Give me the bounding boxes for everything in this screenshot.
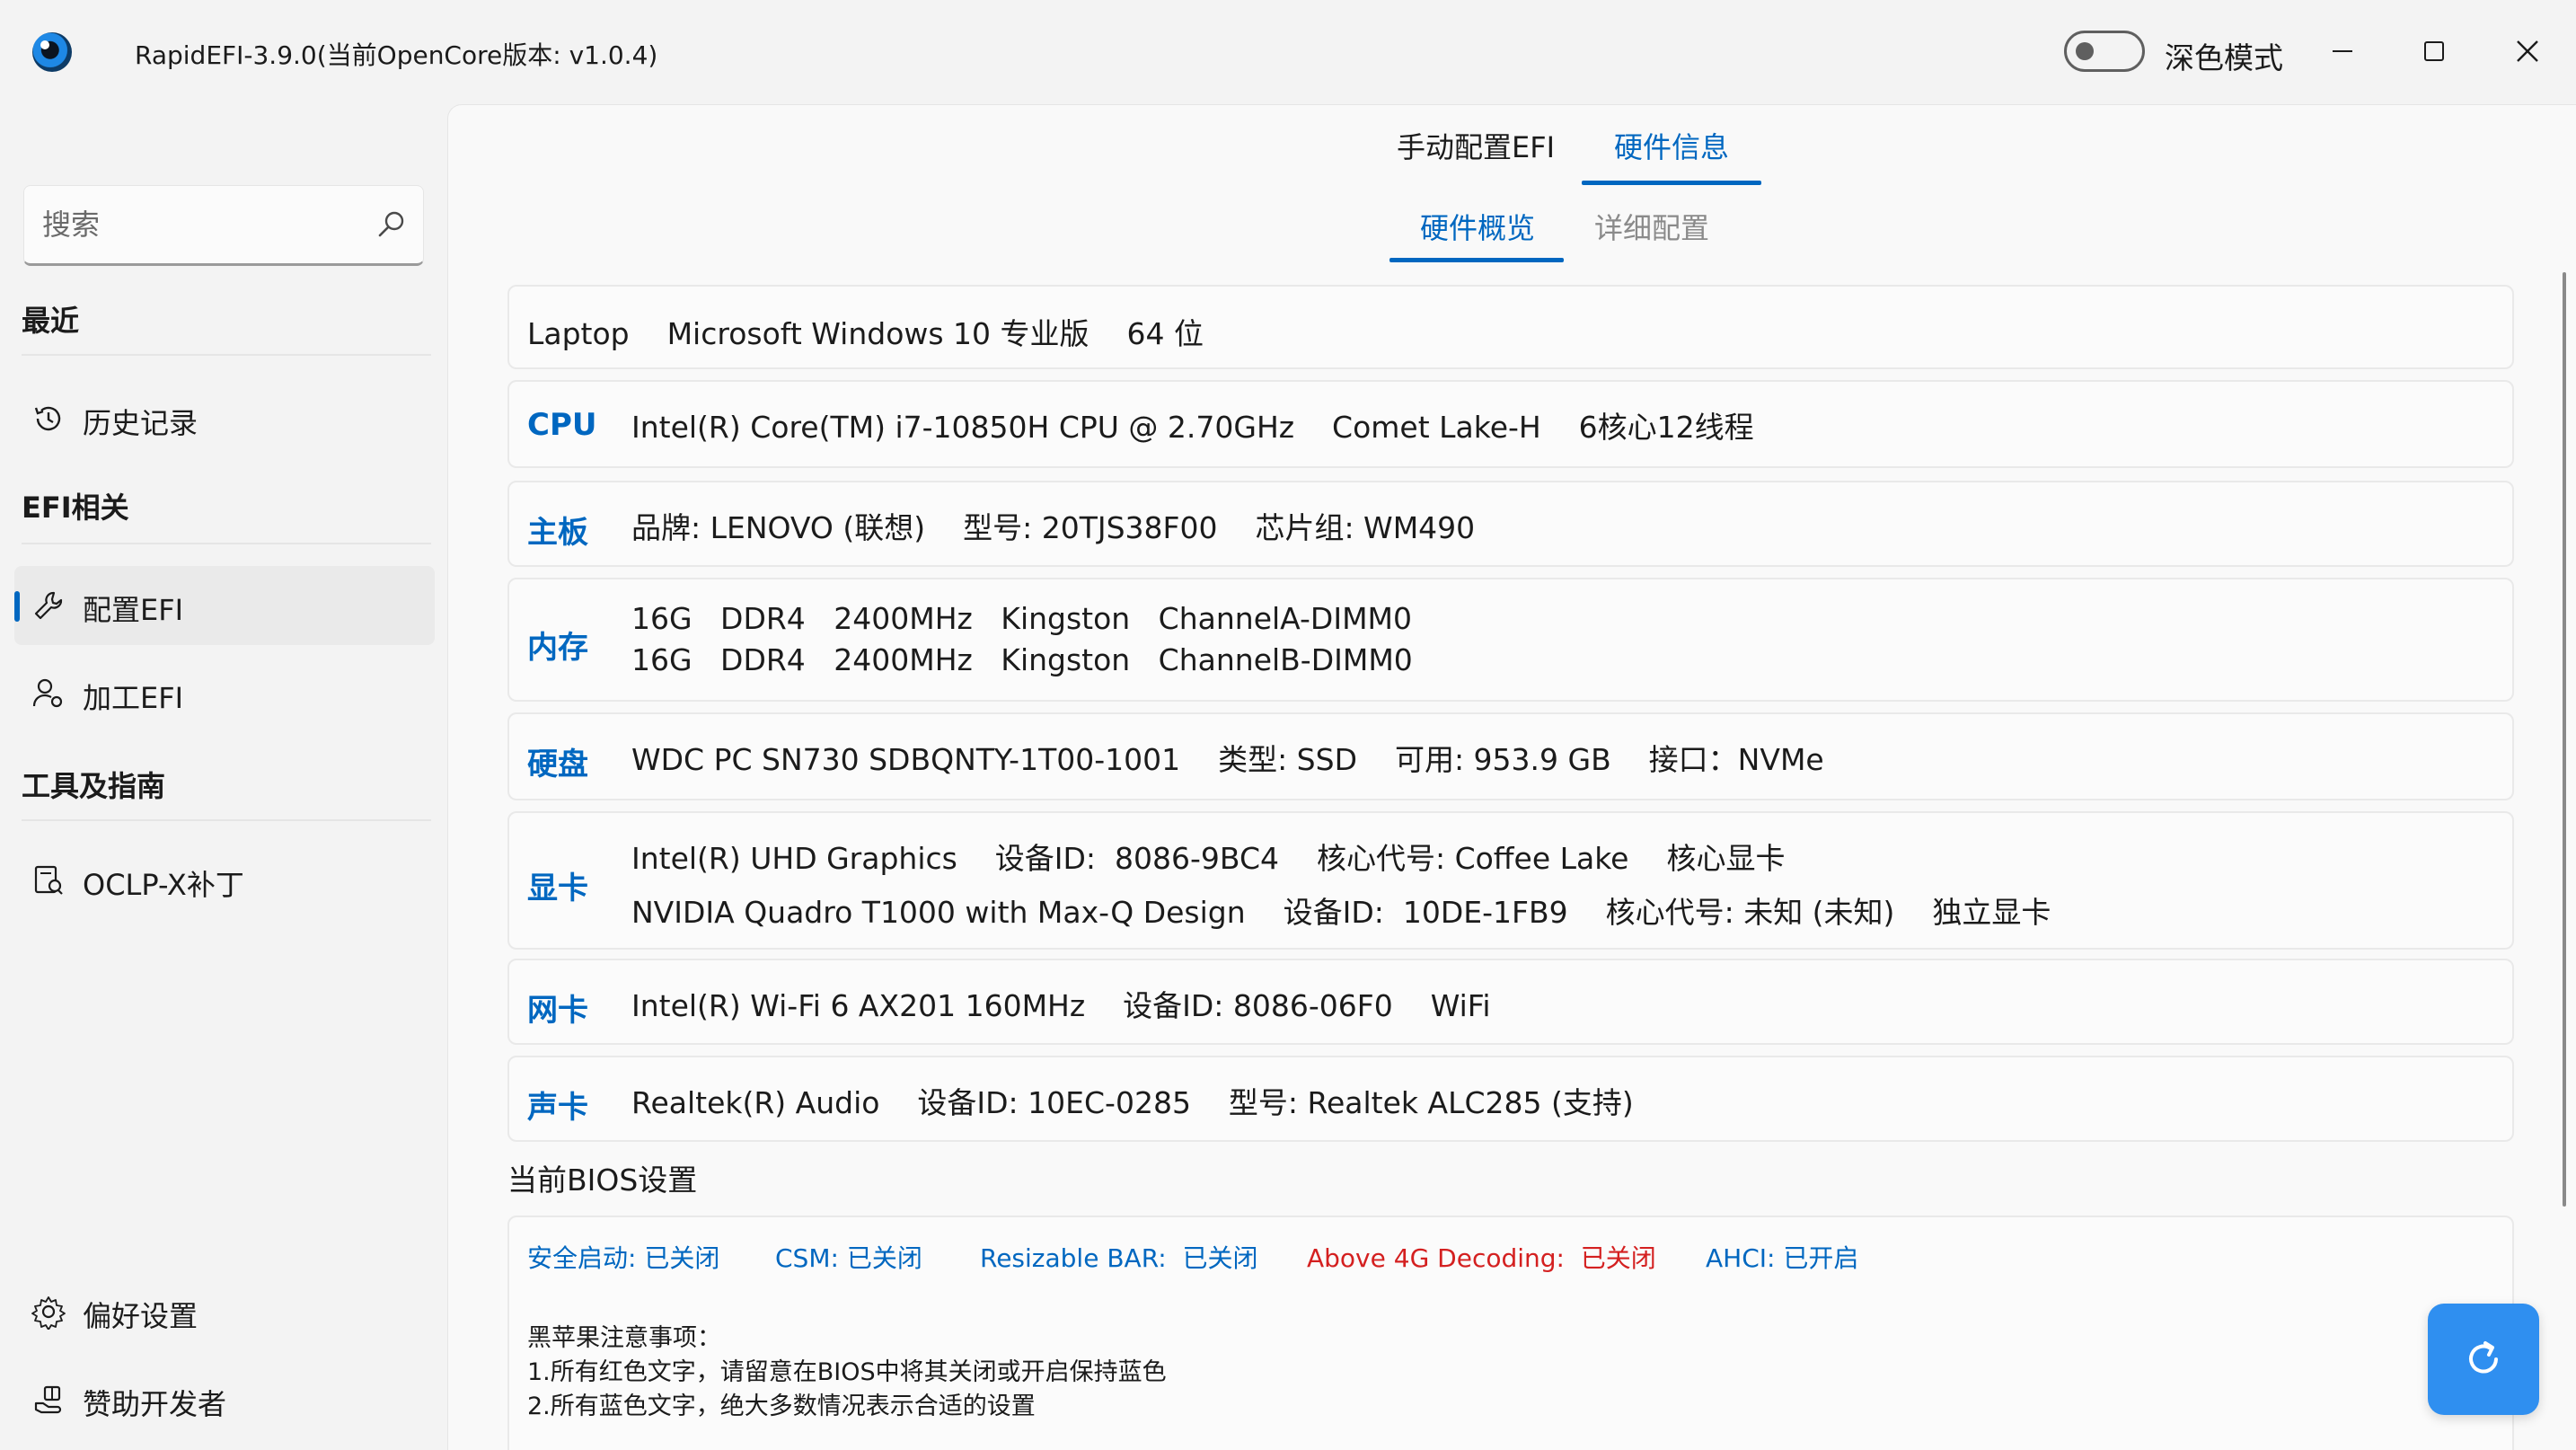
- gpu-discrete: NVIDIA Quadro T1000 with Max-Q Design 设备…: [631, 895, 2051, 930]
- nav-item-oclp-patch[interactable]: OCLP-X补丁: [14, 841, 435, 920]
- memory-card: 内存 16G DDR4 2400MHz Kingston ChannelA-DI…: [507, 578, 2514, 702]
- bios-resizable-bar: Resizable BAR: 已关闭: [980, 1243, 1258, 1273]
- system-info: Laptop Microsoft Windows 10 专业版 64 位: [527, 316, 1204, 351]
- tab-hardware-info[interactable]: 硬件信息: [1614, 125, 1729, 166]
- main-panel: 手动配置EFI 硬件信息 硬件概览 详细配置 Laptop Microsoft …: [447, 104, 2576, 1450]
- audio-title: 声卡: [527, 1090, 588, 1126]
- network-card: 网卡 Intel(R) Wi-Fi 6 AX201 160MHz 设备ID: 8…: [507, 959, 2514, 1045]
- bios-heading: 当前BIOS设置: [507, 1163, 698, 1198]
- nav-item-preferences[interactable]: 偏好设置: [14, 1272, 435, 1351]
- gift-icon: [34, 1385, 62, 1414]
- search-icon[interactable]: [376, 209, 407, 240]
- cpu-card: CPU Intel(R) Core(TM) i7-10850H CPU @ 2.…: [507, 380, 2514, 468]
- section-title-efi: EFI相关: [22, 491, 129, 525]
- gpu-integrated: Intel(R) UHD Graphics 设备ID: 8086-9BC4 核心…: [631, 841, 1786, 876]
- motherboard-card: 主板 品牌: LENOVO (联想) 型号: 20TJS38F00 芯片组: W…: [507, 481, 2514, 567]
- dark-mode-label: 深色模式: [2165, 40, 2283, 75]
- search-input[interactable]: [42, 186, 366, 263]
- gpu-title: 显卡: [527, 871, 588, 906]
- memory-slot-a: 16G DDR4 2400MHz Kingston ChannelA-DIMM0: [631, 601, 1413, 636]
- nav-item-configure-efi[interactable]: 配置EFI: [14, 566, 435, 645]
- section-divider: [22, 819, 431, 821]
- system-card: Laptop Microsoft Windows 10 专业版 64 位: [507, 285, 2514, 369]
- subtab-active-underline: [1389, 258, 1564, 262]
- wrench-icon: [34, 591, 63, 620]
- motherboard-info: 品牌: LENOVO (联想) 型号: 20TJS38F00 芯片组: WM49…: [631, 510, 1476, 545]
- toggle-knob: [2076, 42, 2094, 60]
- note-line-1: 1.所有红色文字，请留意在BIOS中将其关闭或开启保持蓝色: [527, 1358, 1167, 1386]
- nav-item-sponsor[interactable]: 赞助开发者: [14, 1360, 435, 1439]
- refresh-icon: [2469, 1341, 2498, 1374]
- network-info: Intel(R) Wi-Fi 6 AX201 160MHz 设备ID: 8086…: [631, 988, 1491, 1023]
- bios-csm: CSM: 已关闭: [775, 1243, 922, 1273]
- bios-ahci: AHCI: 已开启: [1706, 1243, 1859, 1273]
- maximize-button[interactable]: [2398, 20, 2470, 83]
- nav-label-oclp-patch: OCLP-X补丁: [83, 868, 244, 902]
- refresh-button[interactable]: [2428, 1304, 2539, 1415]
- nav-label-preferences: 偏好设置: [83, 1299, 198, 1333]
- close-icon: [2517, 40, 2538, 62]
- section-divider: [22, 543, 431, 544]
- memory-slot-b: 16G DDR4 2400MHz Kingston ChannelB-DIMM0: [631, 642, 1413, 677]
- disk-title: 硬盘: [527, 747, 588, 782]
- search-box[interactable]: [23, 185, 424, 266]
- bios-secure-boot: 安全启动: 已关闭: [527, 1243, 720, 1273]
- gear-icon: [31, 1296, 66, 1330]
- scrollbar[interactable]: [2563, 272, 2566, 1207]
- close-button[interactable]: [2492, 20, 2563, 83]
- minimize-button[interactable]: [2307, 20, 2378, 83]
- cpu-title: CPU: [527, 407, 597, 443]
- patch-icon: [34, 865, 63, 895]
- bios-above-4g: Above 4G Decoding: 已关闭: [1307, 1243, 1656, 1273]
- nav-item-build-efi[interactable]: 加工EFI: [14, 654, 435, 733]
- maximize-icon: [2424, 41, 2444, 61]
- note-line-2: 2.所有蓝色文字，绝大多数情况表示合适的设置: [527, 1393, 1036, 1420]
- network-title: 网卡: [527, 993, 588, 1029]
- note-heading: 黑苹果注意事项：: [527, 1324, 721, 1352]
- app-logo-icon: [32, 32, 72, 72]
- section-title-recent: 最近: [22, 304, 80, 338]
- nav-label-configure-efi: 配置EFI: [83, 593, 184, 627]
- section-divider: [22, 354, 431, 356]
- section-title-tools: 工具及指南: [22, 769, 166, 803]
- gpu-card: 显卡 Intel(R) UHD Graphics 设备ID: 8086-9BC4…: [507, 811, 2514, 950]
- subtab-detail[interactable]: 详细配置: [1594, 206, 1709, 247]
- disk-card: 硬盘 WDC PC SN730 SDBQNTY-1T00-1001 类型: SS…: [507, 712, 2514, 800]
- minimize-icon: [2333, 50, 2352, 52]
- audio-card: 声卡 Realtek(R) Audio 设备ID: 10EC-0285 型号: …: [507, 1056, 2514, 1142]
- title-bar: RapidEFI-3.9.0(当前OpenCore版本: v1.0.4) 深色模…: [0, 0, 2576, 104]
- disk-info: WDC PC SN730 SDBQNTY-1T00-1001 类型: SSD 可…: [631, 742, 1824, 777]
- nav-item-history[interactable]: 历史记录: [14, 379, 435, 458]
- active-indicator: [14, 591, 20, 622]
- history-icon: [34, 406, 61, 431]
- tab-active-underline: [1582, 181, 1761, 185]
- audio-info: Realtek(R) Audio 设备ID: 10EC-0285 型号: Rea…: [631, 1085, 1634, 1120]
- nav-label-history: 历史记录: [83, 406, 198, 440]
- user-gear-icon: [32, 678, 63, 708]
- motherboard-title: 主板: [527, 515, 588, 551]
- nav-label-sponsor: 赞助开发者: [83, 1387, 227, 1421]
- window-title: RapidEFI-3.9.0(当前OpenCore版本: v1.0.4): [135, 40, 658, 70]
- subtab-overview[interactable]: 硬件概览: [1420, 206, 1535, 247]
- memory-title: 内存: [527, 630, 588, 666]
- sidebar: 最近 历史记录 EFI相关 配置EFI 加工EFI 工具及指南: [0, 104, 447, 1450]
- dark-mode-toggle[interactable]: [2064, 31, 2145, 72]
- cpu-info: Intel(R) Core(TM) i7-10850H CPU @ 2.70GH…: [631, 410, 1754, 445]
- tab-manual-config[interactable]: 手动配置EFI: [1397, 125, 1555, 166]
- nav-label-build-efi: 加工EFI: [83, 681, 184, 715]
